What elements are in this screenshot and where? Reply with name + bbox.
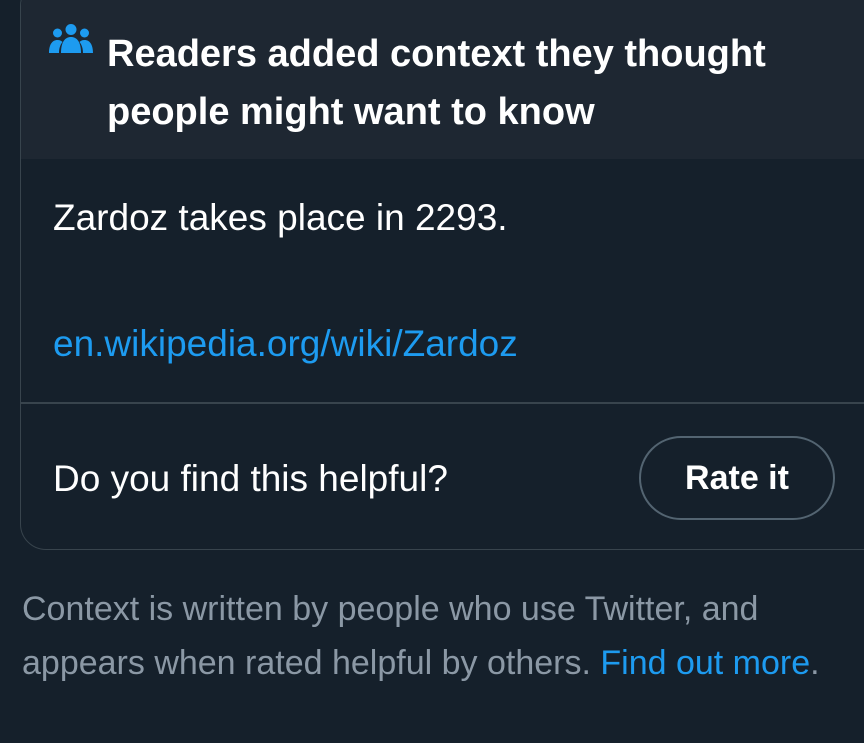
find-out-more-link[interactable]: Find out more	[600, 644, 810, 682]
note-header: Readers added context they thought peopl…	[21, 0, 864, 159]
people-icon	[49, 24, 93, 53]
note-header-title: Readers added context they thought peopl…	[107, 33, 766, 133]
note-text: Zardoz takes place in 2293.	[53, 197, 508, 238]
footer-period: .	[810, 644, 820, 682]
context-footer: Context is written by people who use Twi…	[22, 582, 852, 690]
rate-it-button[interactable]: Rate it	[639, 436, 835, 520]
divider	[21, 402, 864, 404]
helpful-question: Do you find this helpful?	[53, 458, 448, 499]
birdwatch-note-card: Readers added context they thought peopl…	[20, 0, 864, 550]
source-link[interactable]: en.wikipedia.org/wiki/Zardoz	[53, 321, 518, 367]
